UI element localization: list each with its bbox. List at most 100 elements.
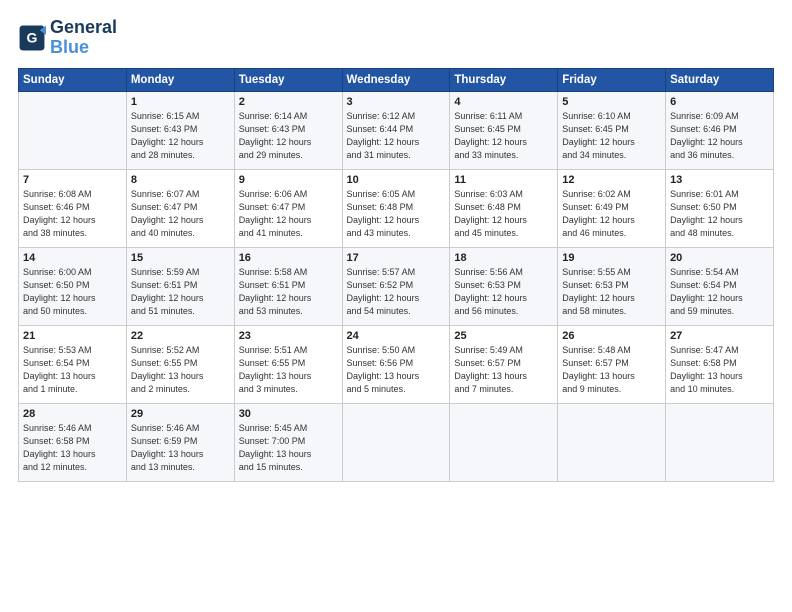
calendar-cell: 29 Sunrise: 5:46 AM Sunset: 6:59 PM Dayli… <box>126 403 234 481</box>
day-number: 7 <box>23 174 122 186</box>
svg-text:G: G <box>27 29 38 45</box>
day-detail: Sunrise: 5:53 AM Sunset: 6:54 PM Dayligh… <box>23 344 122 396</box>
day-detail: Sunrise: 6:01 AM Sunset: 6:50 PM Dayligh… <box>670 188 769 240</box>
day-detail: Sunrise: 5:59 AM Sunset: 6:51 PM Dayligh… <box>131 266 230 318</box>
day-detail: Sunrise: 5:48 AM Sunset: 6:57 PM Dayligh… <box>562 344 661 396</box>
day-number: 6 <box>670 96 769 108</box>
col-header-friday: Friday <box>558 68 666 91</box>
day-detail: Sunrise: 5:56 AM Sunset: 6:53 PM Dayligh… <box>454 266 553 318</box>
day-number: 3 <box>347 96 446 108</box>
calendar-cell: 4Sunrise: 6:11 AM Sunset: 6:45 PM Daylig… <box>450 91 558 169</box>
calendar-cell: 17 Sunrise: 5:57 AM Sunset: 6:52 PM Dayli… <box>342 247 450 325</box>
day-detail: Sunrise: 5:46 AM Sunset: 6:59 PM Dayligh… <box>131 422 230 474</box>
calendar-cell: 22 Sunrise: 5:52 AM Sunset: 6:55 PM Dayli… <box>126 325 234 403</box>
calendar-cell: 30 Sunrise: 5:45 AM Sunset: 7:00 PM Dayli… <box>234 403 342 481</box>
day-number: 23 <box>239 330 338 342</box>
day-number: 28 <box>23 408 122 420</box>
calendar-cell: 26 Sunrise: 5:48 AM Sunset: 6:57 PM Dayli… <box>558 325 666 403</box>
day-number: 24 <box>347 330 446 342</box>
calendar-cell <box>19 91 127 169</box>
calendar-cell: 13 Sunrise: 6:01 AM Sunset: 6:50 PM Dayli… <box>666 169 774 247</box>
day-detail: Sunrise: 6:09 AM Sunset: 6:46 PM Dayligh… <box>670 110 769 162</box>
calendar-cell: 2Sunrise: 6:14 AM Sunset: 6:43 PM Daylig… <box>234 91 342 169</box>
day-number: 10 <box>347 174 446 186</box>
day-number: 25 <box>454 330 553 342</box>
day-detail: Sunrise: 6:07 AM Sunset: 6:47 PM Dayligh… <box>131 188 230 240</box>
day-number: 15 <box>131 252 230 264</box>
calendar-cell: 23 Sunrise: 5:51 AM Sunset: 6:55 PM Dayli… <box>234 325 342 403</box>
day-number: 14 <box>23 252 122 264</box>
week-row: 21 Sunrise: 5:53 AM Sunset: 6:54 PM Dayli… <box>19 325 774 403</box>
calendar-cell: 8Sunrise: 6:07 AM Sunset: 6:47 PM Daylig… <box>126 169 234 247</box>
col-header-sunday: Sunday <box>19 68 127 91</box>
calendar-cell: 28 Sunrise: 5:46 AM Sunset: 6:58 PM Dayli… <box>19 403 127 481</box>
calendar-cell: 24 Sunrise: 5:50 AM Sunset: 6:56 PM Dayli… <box>342 325 450 403</box>
day-number: 11 <box>454 174 553 186</box>
day-detail: Sunrise: 5:45 AM Sunset: 7:00 PM Dayligh… <box>239 422 338 474</box>
col-header-thursday: Thursday <box>450 68 558 91</box>
day-number: 22 <box>131 330 230 342</box>
col-header-tuesday: Tuesday <box>234 68 342 91</box>
calendar-cell: 19 Sunrise: 5:55 AM Sunset: 6:53 PM Dayli… <box>558 247 666 325</box>
day-detail: Sunrise: 6:02 AM Sunset: 6:49 PM Dayligh… <box>562 188 661 240</box>
day-number: 20 <box>670 252 769 264</box>
day-number: 30 <box>239 408 338 420</box>
calendar-cell: 7Sunrise: 6:08 AM Sunset: 6:46 PM Daylig… <box>19 169 127 247</box>
day-detail: Sunrise: 5:52 AM Sunset: 6:55 PM Dayligh… <box>131 344 230 396</box>
day-detail: Sunrise: 5:58 AM Sunset: 6:51 PM Dayligh… <box>239 266 338 318</box>
day-number: 19 <box>562 252 661 264</box>
day-number: 12 <box>562 174 661 186</box>
day-detail: Sunrise: 5:49 AM Sunset: 6:57 PM Dayligh… <box>454 344 553 396</box>
calendar-cell: 21 Sunrise: 5:53 AM Sunset: 6:54 PM Dayli… <box>19 325 127 403</box>
day-detail: Sunrise: 6:03 AM Sunset: 6:48 PM Dayligh… <box>454 188 553 240</box>
day-number: 13 <box>670 174 769 186</box>
calendar-cell: 12 Sunrise: 6:02 AM Sunset: 6:49 PM Dayli… <box>558 169 666 247</box>
day-detail: Sunrise: 6:05 AM Sunset: 6:48 PM Dayligh… <box>347 188 446 240</box>
calendar-cell: 16Sunrise: 5:58 AM Sunset: 6:51 PM Dayli… <box>234 247 342 325</box>
day-detail: Sunrise: 6:15 AM Sunset: 6:43 PM Dayligh… <box>131 110 230 162</box>
day-detail: Sunrise: 6:00 AM Sunset: 6:50 PM Dayligh… <box>23 266 122 318</box>
logo-text: General Blue <box>50 18 117 58</box>
calendar-cell: 10 Sunrise: 6:05 AM Sunset: 6:48 PM Dayli… <box>342 169 450 247</box>
day-number: 26 <box>562 330 661 342</box>
col-header-saturday: Saturday <box>666 68 774 91</box>
calendar-cell: 9Sunrise: 6:06 AM Sunset: 6:47 PM Daylig… <box>234 169 342 247</box>
week-row: 14 Sunrise: 6:00 AM Sunset: 6:50 PM Dayli… <box>19 247 774 325</box>
col-header-monday: Monday <box>126 68 234 91</box>
day-detail: Sunrise: 5:46 AM Sunset: 6:58 PM Dayligh… <box>23 422 122 474</box>
day-detail: Sunrise: 5:55 AM Sunset: 6:53 PM Dayligh… <box>562 266 661 318</box>
col-header-wednesday: Wednesday <box>342 68 450 91</box>
calendar-cell <box>558 403 666 481</box>
day-detail: Sunrise: 5:57 AM Sunset: 6:52 PM Dayligh… <box>347 266 446 318</box>
day-number: 29 <box>131 408 230 420</box>
day-number: 27 <box>670 330 769 342</box>
day-number: 1 <box>131 96 230 108</box>
day-number: 9 <box>239 174 338 186</box>
day-detail: Sunrise: 6:11 AM Sunset: 6:45 PM Dayligh… <box>454 110 553 162</box>
day-detail: Sunrise: 6:10 AM Sunset: 6:45 PM Dayligh… <box>562 110 661 162</box>
calendar-cell <box>666 403 774 481</box>
day-detail: Sunrise: 5:54 AM Sunset: 6:54 PM Dayligh… <box>670 266 769 318</box>
calendar-cell: 14 Sunrise: 6:00 AM Sunset: 6:50 PM Dayli… <box>19 247 127 325</box>
calendar-cell: 5Sunrise: 6:10 AM Sunset: 6:45 PM Daylig… <box>558 91 666 169</box>
day-detail: Sunrise: 5:51 AM Sunset: 6:55 PM Dayligh… <box>239 344 338 396</box>
week-row: 7Sunrise: 6:08 AM Sunset: 6:46 PM Daylig… <box>19 169 774 247</box>
day-detail: Sunrise: 6:12 AM Sunset: 6:44 PM Dayligh… <box>347 110 446 162</box>
calendar-cell: 25 Sunrise: 5:49 AM Sunset: 6:57 PM Dayli… <box>450 325 558 403</box>
day-number: 17 <box>347 252 446 264</box>
calendar-cell: 6 Sunrise: 6:09 AM Sunset: 6:46 PM Daylig… <box>666 91 774 169</box>
calendar-cell: 27 Sunrise: 5:47 AM Sunset: 6:58 PM Dayli… <box>666 325 774 403</box>
calendar-cell <box>450 403 558 481</box>
day-number: 21 <box>23 330 122 342</box>
calendar-cell: 1 Sunrise: 6:15 AM Sunset: 6:43 PM Daylig… <box>126 91 234 169</box>
day-detail: Sunrise: 5:47 AM Sunset: 6:58 PM Dayligh… <box>670 344 769 396</box>
week-row: 28 Sunrise: 5:46 AM Sunset: 6:58 PM Dayli… <box>19 403 774 481</box>
day-number: 2 <box>239 96 338 108</box>
calendar-cell: 20 Sunrise: 5:54 AM Sunset: 6:54 PM Dayli… <box>666 247 774 325</box>
logo: G General Blue <box>18 18 117 58</box>
calendar-cell: 3 Sunrise: 6:12 AM Sunset: 6:44 PM Daylig… <box>342 91 450 169</box>
week-row: 1 Sunrise: 6:15 AM Sunset: 6:43 PM Daylig… <box>19 91 774 169</box>
day-number: 18 <box>454 252 553 264</box>
calendar-cell: 15 Sunrise: 5:59 AM Sunset: 6:51 PM Dayli… <box>126 247 234 325</box>
day-detail: Sunrise: 5:50 AM Sunset: 6:56 PM Dayligh… <box>347 344 446 396</box>
